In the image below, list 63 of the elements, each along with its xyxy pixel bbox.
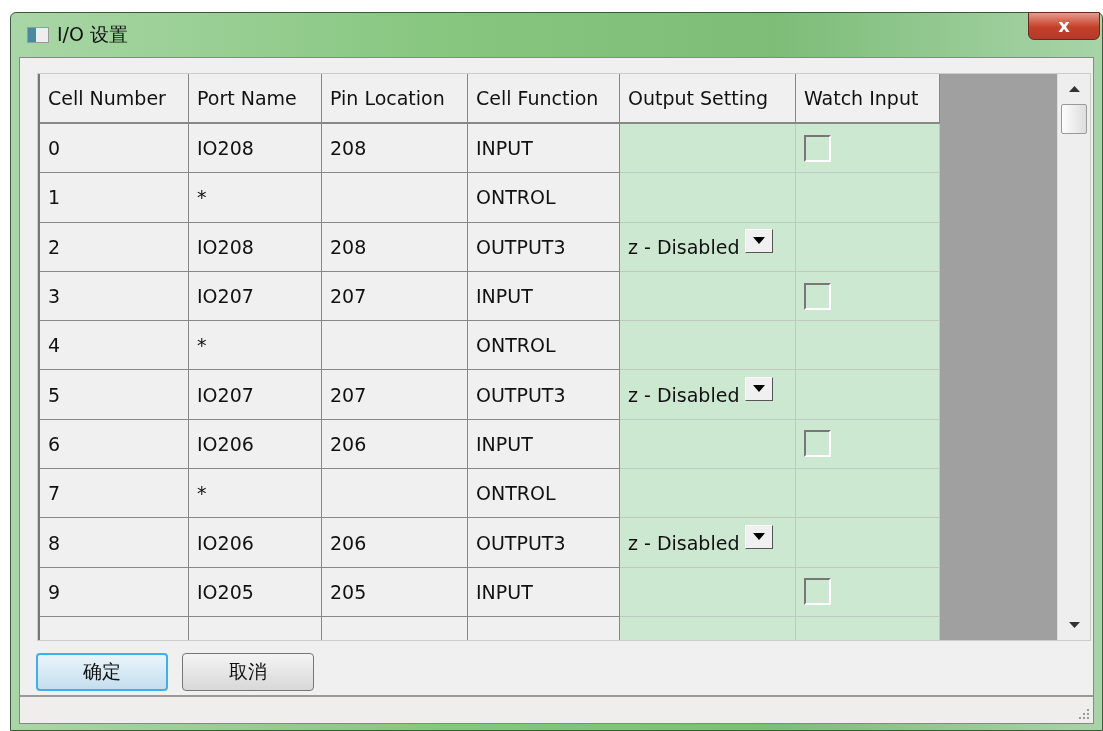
cell-number: 7 xyxy=(40,469,189,519)
port-name: IO207 xyxy=(189,271,322,322)
port-name: * xyxy=(189,321,322,371)
pin-location: 208 xyxy=(322,222,468,272)
output-dropdown[interactable]: z - Disabled xyxy=(628,518,774,567)
port-name: IO207 xyxy=(189,370,322,420)
cell-function: ONTROL xyxy=(468,321,620,371)
cell-number: 2 xyxy=(40,222,189,272)
pin-location: 207 xyxy=(322,370,468,420)
pin-location: 208 xyxy=(322,124,468,174)
scroll-up-icon[interactable] xyxy=(1068,86,1080,92)
port-name: IO206 xyxy=(189,419,322,470)
close-button[interactable]: x xyxy=(1028,12,1100,40)
scroll-thumb[interactable] xyxy=(1061,104,1087,134)
ok-button[interactable]: 确定 xyxy=(36,653,168,691)
output-dropdown[interactable]: z - Disabled xyxy=(628,370,774,419)
scrollbar[interactable] xyxy=(1057,74,1090,640)
caret-icon xyxy=(753,385,766,393)
port-name: * xyxy=(189,173,322,223)
port-name: * xyxy=(189,469,322,519)
cell-function: ONTROL xyxy=(468,469,620,519)
cell-number: 5 xyxy=(40,370,189,420)
port-name: IO208 xyxy=(189,222,322,272)
resize-grip-icon[interactable] xyxy=(1078,708,1090,720)
cell-function: OUTPUT3 xyxy=(468,518,620,568)
cell-function: OUTPUT3 xyxy=(468,370,620,420)
pin-location: 206 xyxy=(322,518,468,568)
cell-number: 3 xyxy=(40,271,189,322)
pin-location: 207 xyxy=(322,271,468,322)
port-name: IO205 xyxy=(189,567,322,617)
port-name: IO206 xyxy=(189,518,322,568)
watch-checkbox[interactable] xyxy=(804,578,831,606)
cell-function: ONTROL xyxy=(468,173,620,223)
cell-number: 0 xyxy=(40,124,189,174)
cell-function: INPUT xyxy=(468,567,620,617)
pin-location: 206 xyxy=(322,419,468,470)
cancel-button[interactable]: 取消 xyxy=(182,653,314,691)
cell-function: INPUT xyxy=(468,124,620,174)
cell-number: 9 xyxy=(40,567,189,617)
column-header[interactable]: Watch Input xyxy=(796,74,940,124)
cell-number: 6 xyxy=(40,419,189,470)
window-title: I/O 设置 xyxy=(57,22,128,47)
caret-icon xyxy=(753,533,766,540)
cell-function: INPUT xyxy=(468,271,620,322)
column-header[interactable]: Cell Number xyxy=(40,74,189,124)
watch-checkbox[interactable] xyxy=(804,430,831,458)
column-header[interactable]: Port Name xyxy=(189,74,322,124)
watch-checkbox[interactable] xyxy=(804,134,831,162)
cell-number: 8 xyxy=(40,518,189,568)
port-name: IO208 xyxy=(189,124,322,174)
output-dropdown[interactable]: z - Disabled xyxy=(628,222,774,271)
caret-icon xyxy=(753,237,766,245)
scroll-down-icon[interactable] xyxy=(1068,622,1080,628)
cell-function: INPUT xyxy=(468,419,620,470)
pin-location: 205 xyxy=(322,567,468,617)
watch-checkbox[interactable] xyxy=(804,282,831,310)
cell-number: 1 xyxy=(40,173,189,223)
cell-number: 4 xyxy=(40,321,189,371)
cell-function: OUTPUT3 xyxy=(468,222,620,272)
column-header[interactable]: Pin Location xyxy=(322,74,468,124)
column-header[interactable]: Cell Function xyxy=(468,74,620,124)
window-icon xyxy=(27,27,49,43)
column-header[interactable]: Output Setting xyxy=(620,74,796,124)
